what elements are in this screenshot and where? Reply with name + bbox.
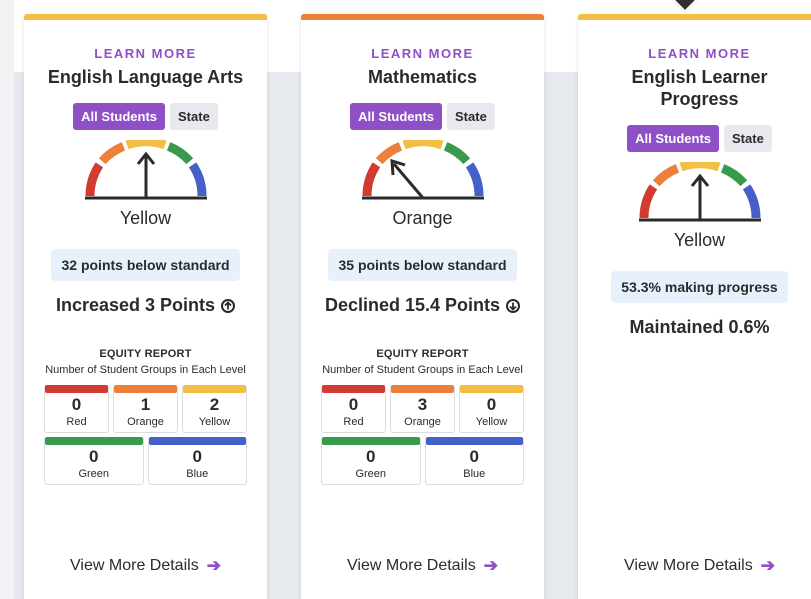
equity-row: 0 Red 1 Orange 2 Yellow	[44, 385, 247, 433]
green-bar	[322, 437, 420, 445]
status-text: 32 points below standard	[51, 249, 240, 281]
view-more-details-link[interactable]: View More Details ➔	[578, 556, 811, 576]
all-students-button[interactable]: All Students	[73, 103, 166, 130]
student-toggle: All Students State	[24, 103, 267, 130]
equity-box-yellow: 2 Yellow	[182, 385, 247, 433]
equity-box-blue: 0 Blue	[424, 437, 524, 485]
equity-count: 0	[486, 395, 497, 414]
arrow-right-icon: ➔	[483, 556, 498, 575]
equity-label: Red	[66, 416, 87, 428]
equity-box-green: 0 Green	[44, 437, 144, 485]
equity-report-subtitle: Number of Student Groups in Each Level	[45, 364, 246, 376]
orange-bar	[391, 385, 454, 393]
equity-count: 0	[192, 447, 202, 466]
all-students-button[interactable]: All Students	[350, 103, 443, 130]
equity-label: Red	[343, 416, 364, 428]
indicator-card-math: LEARN MORE Mathematics All Students Stat…	[301, 14, 544, 599]
arrow-right-icon: ➔	[206, 556, 221, 575]
change-label: Declined 15.4 Points	[324, 295, 501, 315]
equity-count: 3	[417, 395, 428, 414]
view-more-label: View More Details	[347, 557, 476, 574]
equity-box-orange: 3 Orange	[390, 385, 455, 433]
page-left-gutter	[0, 0, 14, 599]
dropdown-pointer-icon	[672, 0, 698, 13]
equity-box-green: 0 Green	[321, 437, 421, 485]
card-title: English Language Arts	[47, 67, 244, 87]
state-button[interactable]: State	[170, 103, 218, 130]
indicator-card-elp: LEARN MORE English Learner Progress All …	[578, 14, 811, 599]
blue-bar	[425, 437, 523, 445]
view-more-details-link[interactable]: View More Details ➔	[301, 556, 544, 576]
equity-row: 0 Green 0 Blue	[44, 437, 247, 485]
student-toggle: All Students State	[301, 103, 544, 130]
equity-label: Blue	[186, 468, 209, 480]
card-title: English Learner Progress	[631, 67, 768, 109]
change-label: Increased 3 Points	[55, 295, 216, 315]
performance-gauge-icon	[84, 140, 207, 200]
all-students-button[interactable]: All Students	[627, 125, 720, 152]
arrow-down-circle-icon	[506, 298, 521, 313]
equity-count: 0	[71, 395, 82, 414]
equity-label: Yellow	[475, 416, 508, 428]
performance-level: Orange	[392, 208, 453, 228]
equity-count: 0	[89, 447, 99, 466]
learn-more-link[interactable]: LEARN MORE	[301, 46, 544, 61]
equity-box-red: 0 Red	[44, 385, 109, 433]
equity-box-red: 0 Red	[321, 385, 386, 433]
arrow-right-icon: ➔	[760, 556, 775, 575]
equity-label: Orange	[127, 416, 164, 428]
equity-label: Yellow	[198, 416, 231, 428]
equity-row: 0 Red 3 Orange 0 Yellow	[321, 385, 524, 433]
equity-count: 0	[348, 395, 359, 414]
change-text: Maintained 0.6%	[578, 317, 811, 338]
equity-label: Orange	[404, 416, 441, 428]
status-text: 53.3% making progress	[611, 271, 788, 303]
equity-label: Green	[78, 468, 110, 480]
performance-gauge-icon	[638, 162, 761, 222]
equity-box-blue: 0 Blue	[147, 437, 247, 485]
student-toggle: All Students State	[578, 125, 811, 152]
change-label: Maintained 0.6%	[629, 317, 770, 337]
equity-count: 0	[366, 447, 376, 466]
equity-box-yellow: 0 Yellow	[459, 385, 524, 433]
equity-report-title: EQUITY REPORT	[376, 348, 469, 360]
equity-report-subtitle: Number of Student Groups in Each Level	[322, 364, 523, 376]
equity-label: Blue	[463, 468, 486, 480]
equity-count: 2	[209, 395, 220, 414]
arrow-up-circle-icon	[221, 298, 236, 313]
view-more-details-link[interactable]: View More Details ➔	[24, 556, 267, 576]
performance-level: Yellow	[673, 230, 726, 250]
equity-report-title: EQUITY REPORT	[99, 348, 192, 360]
learn-more-link[interactable]: LEARN MORE	[578, 46, 811, 61]
learn-more-link[interactable]: LEARN MORE	[24, 46, 267, 61]
performance-gauge-icon	[361, 140, 484, 200]
red-bar	[322, 385, 385, 393]
indicator-card-ela: LEARN MORE English Language Arts All Stu…	[24, 14, 267, 599]
state-button[interactable]: State	[447, 103, 495, 130]
state-button[interactable]: State	[724, 125, 772, 152]
green-bar	[45, 437, 143, 445]
view-more-label: View More Details	[624, 557, 753, 574]
card-title: Mathematics	[367, 67, 478, 87]
status-text: 35 points below standard	[328, 249, 517, 281]
equity-count: 0	[469, 447, 479, 466]
blue-bar	[148, 437, 246, 445]
yellow-bar	[460, 385, 523, 393]
change-text: Declined 15.4 Points	[301, 295, 544, 316]
equity-count: 1	[140, 395, 151, 414]
red-bar	[45, 385, 108, 393]
change-text: Increased 3 Points	[24, 295, 267, 316]
equity-box-orange: 1 Orange	[113, 385, 178, 433]
orange-bar	[114, 385, 177, 393]
equity-row: 0 Green 0 Blue	[321, 437, 524, 485]
performance-level: Yellow	[119, 208, 172, 228]
view-more-label: View More Details	[70, 557, 199, 574]
yellow-bar	[183, 385, 246, 393]
equity-label: Green	[355, 468, 387, 480]
